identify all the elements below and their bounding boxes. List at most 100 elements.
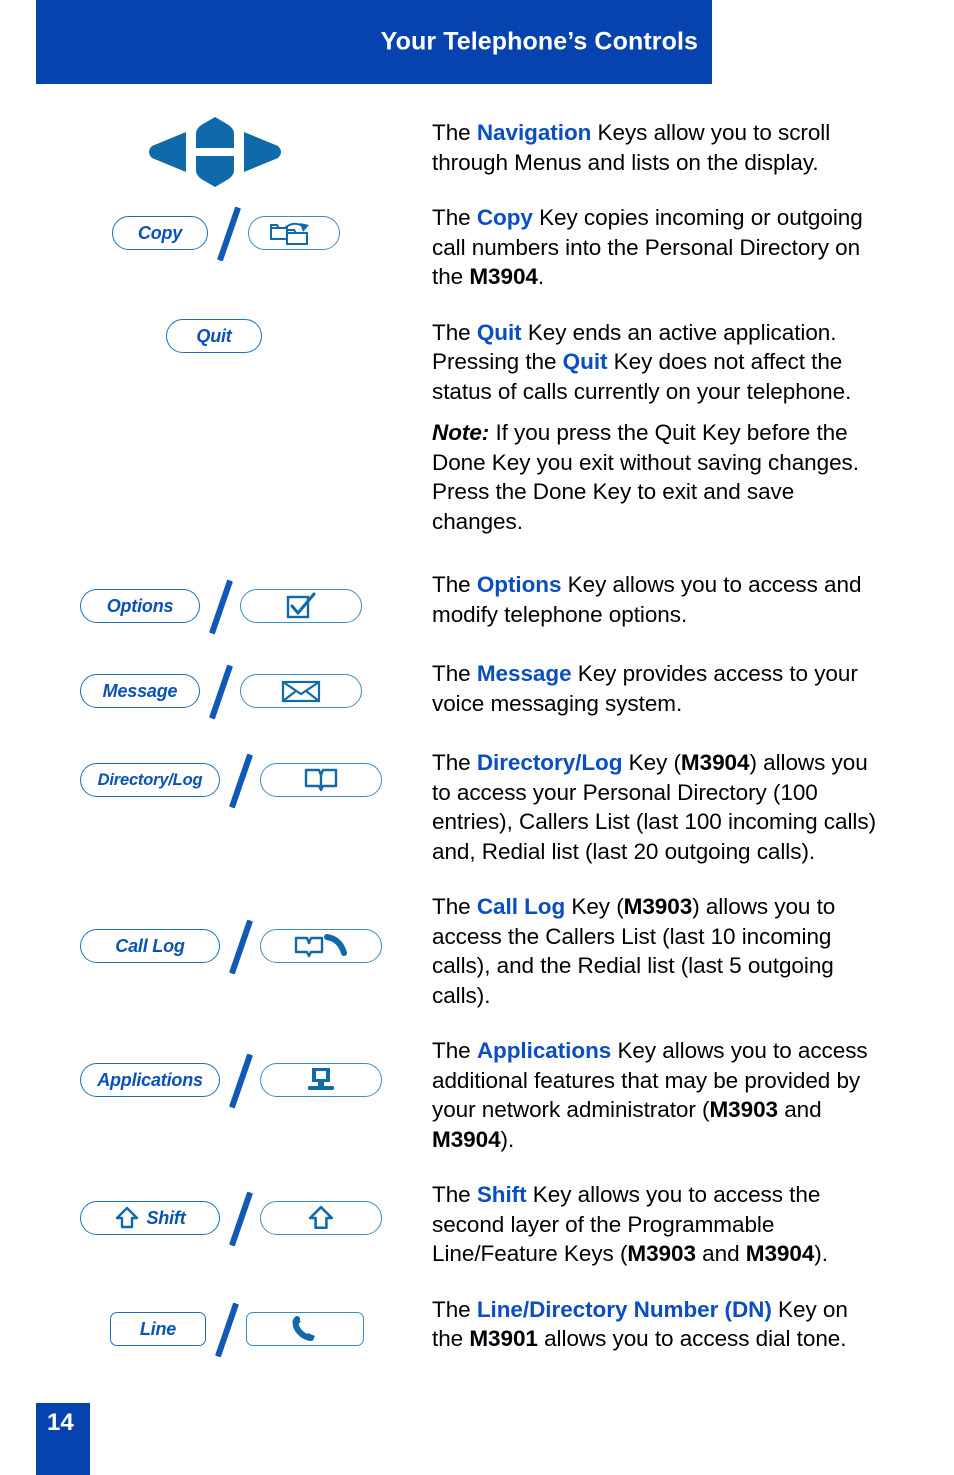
- text-run: The: [432, 1296, 477, 1322]
- key-separator-slash: [220, 1051, 260, 1109]
- directory-log-key-button[interactable]: Directory/Log: [80, 763, 220, 797]
- applications-paragraph: The Applications Key allows you to acces…: [432, 1036, 880, 1154]
- keyword-quit: Quit: [562, 349, 608, 374]
- copy-folders-arrow-icon: [270, 222, 309, 245]
- keyword-copy: Copy: [476, 205, 533, 230]
- keyword-directory-log: Directory/Log: [476, 750, 623, 775]
- directory-log-key-icon-button[interactable]: [260, 763, 382, 797]
- shift-key-button[interactable]: Shift: [80, 1201, 220, 1235]
- page-number: 14: [47, 1409, 74, 1436]
- shift-key-icon-button[interactable]: [260, 1201, 382, 1235]
- model-number: M3903: [627, 1241, 696, 1266]
- options-key-button[interactable]: Options: [80, 589, 200, 623]
- text-run: and: [778, 1097, 822, 1122]
- open-book-icon: [304, 768, 338, 792]
- applications-key-button[interactable]: Applications: [80, 1063, 220, 1097]
- copy-key-icon-button[interactable]: [248, 216, 340, 250]
- call-log-key-icon-button[interactable]: [260, 929, 382, 963]
- model-number: M3904: [432, 1126, 501, 1152]
- key-separator-slash: [200, 577, 240, 635]
- quit-key-row: Quit: [166, 319, 262, 353]
- keyword-options: Options: [476, 572, 562, 597]
- quit-paragraph: The Quit Key ends an active application.…: [432, 318, 880, 407]
- text-run: The: [432, 319, 477, 345]
- message-key-row: Message: [80, 662, 362, 720]
- key-separator-slash: [220, 751, 260, 809]
- text-run: Key (: [565, 894, 624, 919]
- text-run: The: [432, 205, 477, 230]
- directory-log-paragraph: The Directory/Log Key (M3904) allows you…: [432, 748, 880, 866]
- text-run: and: [695, 1241, 746, 1266]
- model-number: M3904: [745, 1241, 815, 1266]
- options-paragraph: The Options Key allows you to access and…: [432, 570, 880, 629]
- key-separator-slash: [208, 204, 248, 262]
- key-separator-slash: [206, 1300, 246, 1358]
- text-run: The: [432, 894, 477, 919]
- quit-key-button[interactable]: Quit: [166, 319, 262, 353]
- copy-paragraph: The Copy Key copies incoming or outgoing…: [432, 203, 880, 292]
- keyword-quit: Quit: [476, 319, 522, 345]
- message-paragraph: The Message Key provides access to your …: [432, 659, 880, 718]
- keyword-navigation: Navigation: [476, 120, 592, 145]
- applications-key-icon-button[interactable]: [260, 1063, 382, 1097]
- up-arrow-outline-icon: [308, 1205, 334, 1230]
- text-run: The: [432, 120, 477, 145]
- text-run: The: [432, 572, 477, 597]
- message-key-icon-button[interactable]: [240, 674, 362, 708]
- text-run: The: [432, 1038, 477, 1063]
- model-number: M3903: [709, 1097, 778, 1122]
- text-run: .: [537, 264, 545, 289]
- copy-key-button[interactable]: Copy: [112, 216, 208, 250]
- copy-key-row: Copy: [112, 204, 340, 262]
- checkbox-check-icon: [286, 592, 316, 619]
- text-run: The: [432, 750, 477, 775]
- line-key-row: Line: [110, 1300, 364, 1358]
- options-key-icon-button[interactable]: [240, 589, 362, 623]
- text-run: The: [432, 661, 477, 686]
- page-header-banner: Your Telephone’s Controls: [36, 0, 712, 84]
- call-log-key-button[interactable]: Call Log: [80, 929, 220, 963]
- model-number: M3901: [469, 1326, 538, 1351]
- page-folio: 14: [36, 1403, 90, 1475]
- shift-key-row: Shift: [80, 1189, 382, 1247]
- envelope-icon: [281, 680, 321, 703]
- key-separator-slash: [220, 917, 260, 975]
- message-key-button[interactable]: Message: [80, 674, 200, 708]
- key-illustration-column: Copy Quit Options Message Directory/Log …: [0, 84, 420, 1404]
- page-title: Your Telephone’s Controls: [380, 27, 698, 56]
- telephone-handset-icon: [292, 1316, 315, 1341]
- keyword-line-dn: Line/Directory Number (DN): [476, 1296, 772, 1322]
- text-run: ).: [500, 1126, 515, 1152]
- up-arrow-outline-icon: [115, 1206, 138, 1229]
- key-separator-slash: [220, 1189, 260, 1247]
- applications-key-row: Applications: [80, 1051, 382, 1109]
- options-key-row: Options: [80, 577, 362, 635]
- text-run: Key (: [622, 750, 681, 775]
- line-key-icon-button[interactable]: [246, 1312, 364, 1346]
- text-run: allows you to access dial tone.: [537, 1326, 847, 1351]
- computer-monitor-icon: [308, 1068, 334, 1090]
- model-number: M3904: [469, 264, 538, 289]
- call-log-paragraph: The Call Log Key (M3903) allows you to a…: [432, 892, 880, 1010]
- text-run: The: [432, 1182, 477, 1207]
- shift-paragraph: The Shift Key allows you to access the s…: [432, 1180, 880, 1269]
- text-run: If you press the Quit Key before the Don…: [432, 420, 859, 534]
- shift-key-label: Shift: [146, 1207, 186, 1228]
- navigation-paragraph: The Navigation Keys allow you to scroll …: [432, 118, 880, 177]
- description-column: The Navigation Keys allow you to scroll …: [432, 118, 880, 1380]
- model-number: M3904: [680, 750, 750, 775]
- page-content: Copy Quit Options Message Directory/Log …: [0, 84, 954, 1404]
- line-key-button[interactable]: Line: [110, 1312, 206, 1346]
- keyword-shift: Shift: [476, 1182, 527, 1207]
- directory-log-key-row: Directory/Log: [80, 751, 382, 809]
- call-log-key-row: Call Log: [80, 917, 382, 975]
- four-way-navigation-pad-icon: [149, 117, 281, 187]
- line-dn-paragraph: The Line/Directory Number (DN) Key on th…: [432, 1295, 880, 1354]
- note-label: Note:: [432, 420, 490, 445]
- keyword-call-log: Call Log: [476, 894, 566, 919]
- text-run: ).: [814, 1241, 828, 1266]
- quit-note-paragraph: Note: If you press the Quit Key before t…: [432, 418, 880, 536]
- navigation-keys-graphic: [140, 114, 290, 190]
- open-book-handset-icon: [294, 934, 347, 958]
- keyword-applications: Applications: [476, 1038, 612, 1063]
